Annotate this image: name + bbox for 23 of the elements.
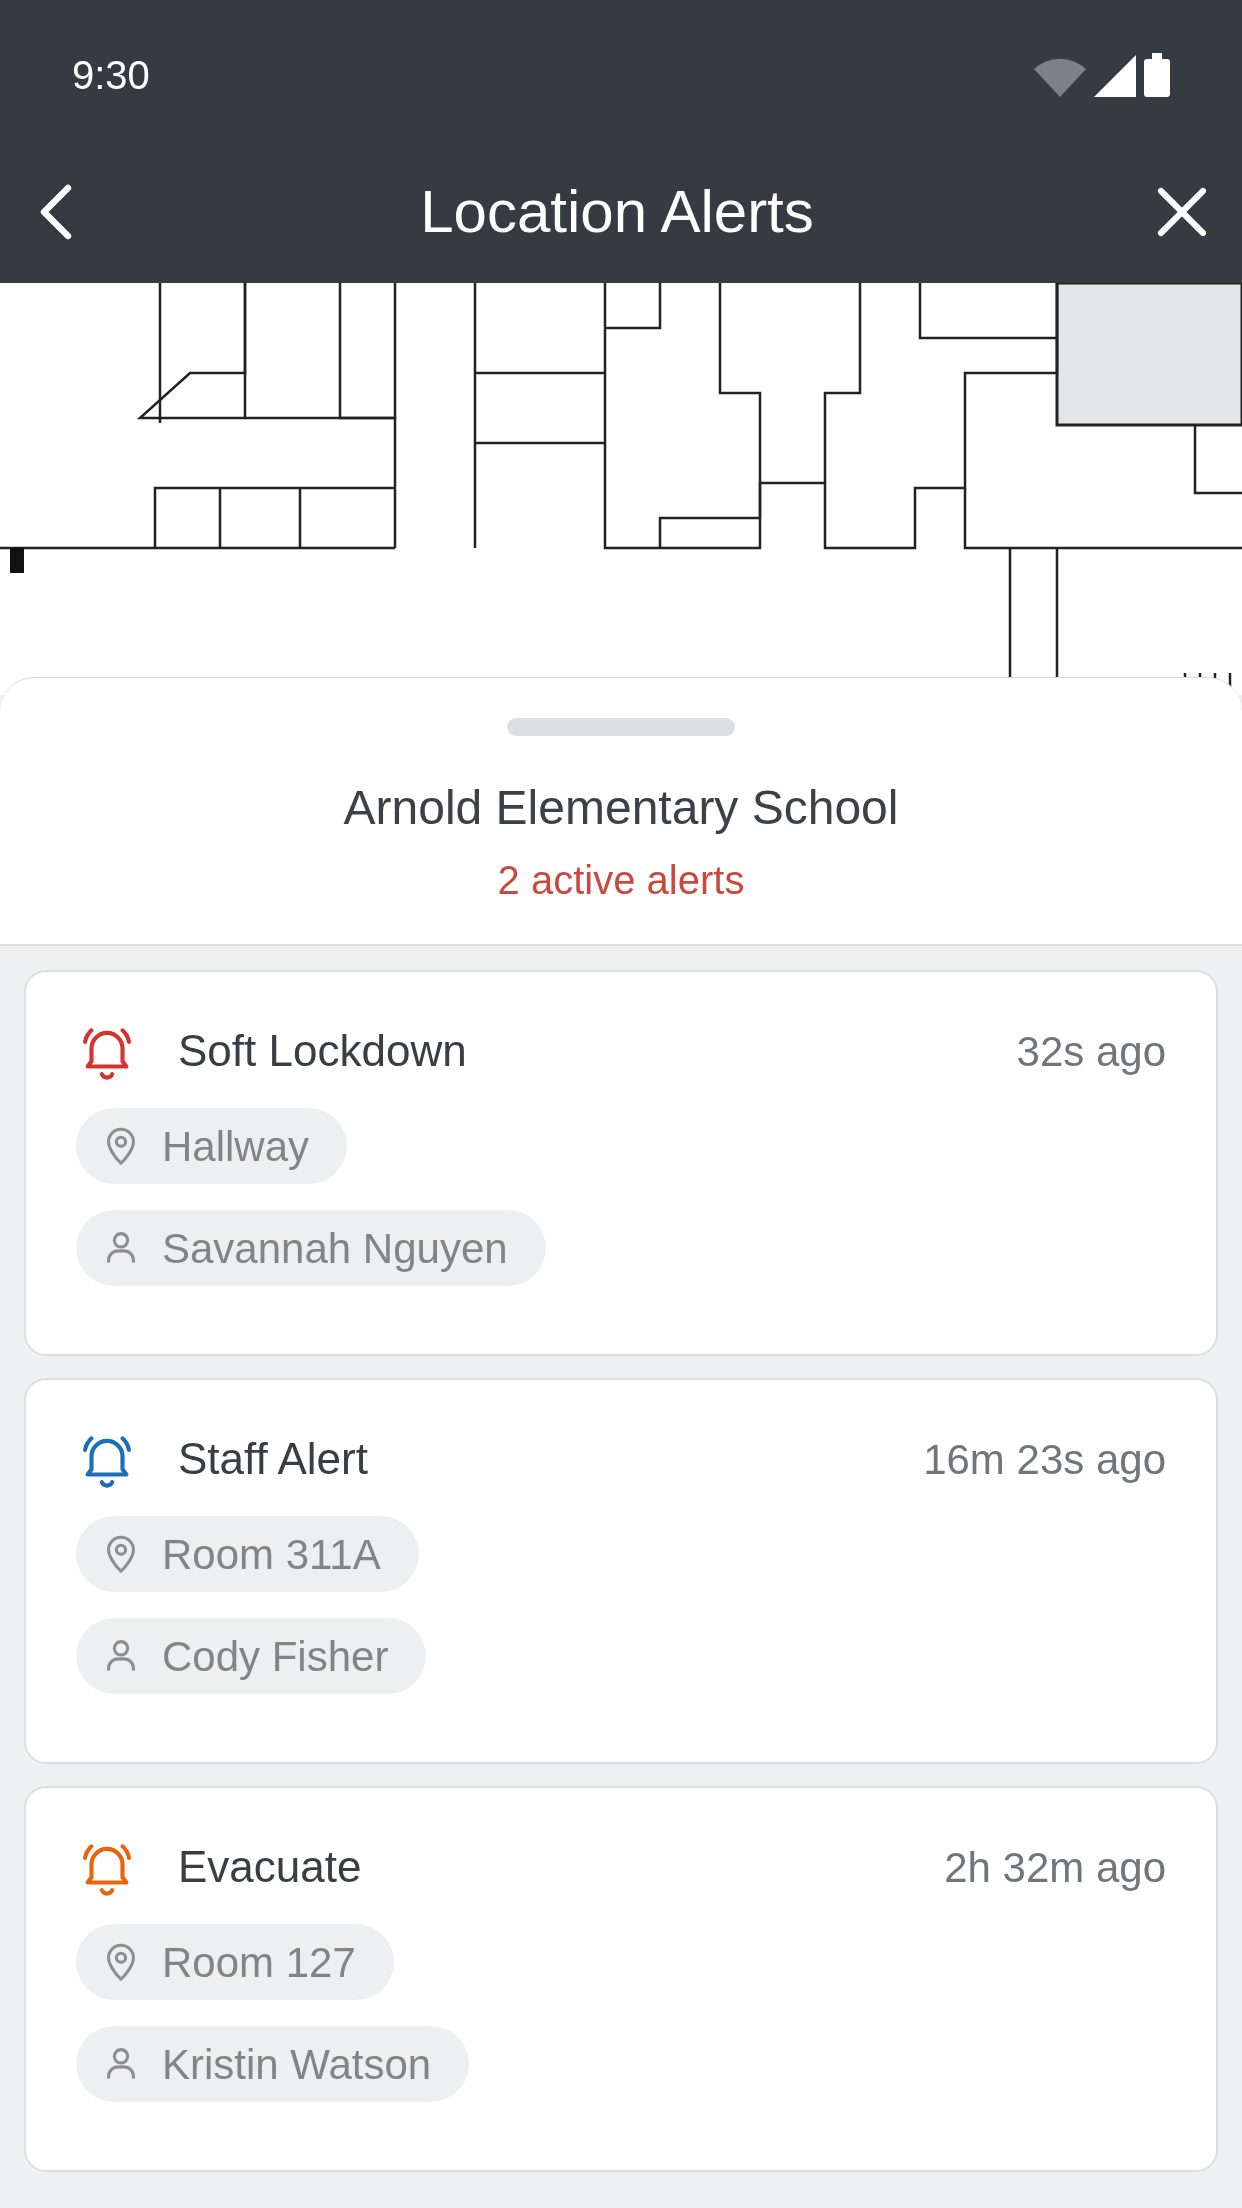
alert-title: Staff Alert [178, 1433, 368, 1485]
signal-icon [1094, 55, 1136, 97]
alert-card[interactable]: Soft Lockdown 32s ago Hallway Savannah Nguyen [24, 970, 1218, 1356]
school-name: Arnold Elementary School [343, 780, 899, 836]
location-label: Room 311A [162, 1529, 381, 1580]
location-label: Room 127 [162, 1937, 356, 1988]
person-name: Cody Fisher [162, 1631, 389, 1682]
wifi-icon [1034, 57, 1086, 97]
alert-count: 2 active alerts [497, 857, 745, 904]
status-time: 9:30 [72, 52, 150, 99]
person-name: Savannah Nguyen [162, 1223, 508, 1274]
alert-card[interactable]: Staff Alert 16m 23s ago Room 311A Cody Fisher [24, 1378, 1218, 1764]
battery-icon [1144, 53, 1170, 97]
header-title: Location Alerts [420, 176, 814, 247]
drag-handle[interactable] [507, 718, 735, 736]
alert-time: 2h 32m ago [944, 1842, 1166, 1893]
alert-card[interactable]: Evacuate 2h 32m ago Room 127 Kristin Watson [24, 1786, 1218, 2172]
alert-time: 32s ago [1016, 1026, 1166, 1077]
alert-time: 16m 23s ago [923, 1434, 1166, 1485]
alert-title: Evacuate [178, 1841, 362, 1893]
person-name: Kristin Watson [162, 2039, 432, 2090]
location-label: Hallway [162, 1121, 310, 1172]
alert-title: Soft Lockdown [178, 1025, 467, 1077]
